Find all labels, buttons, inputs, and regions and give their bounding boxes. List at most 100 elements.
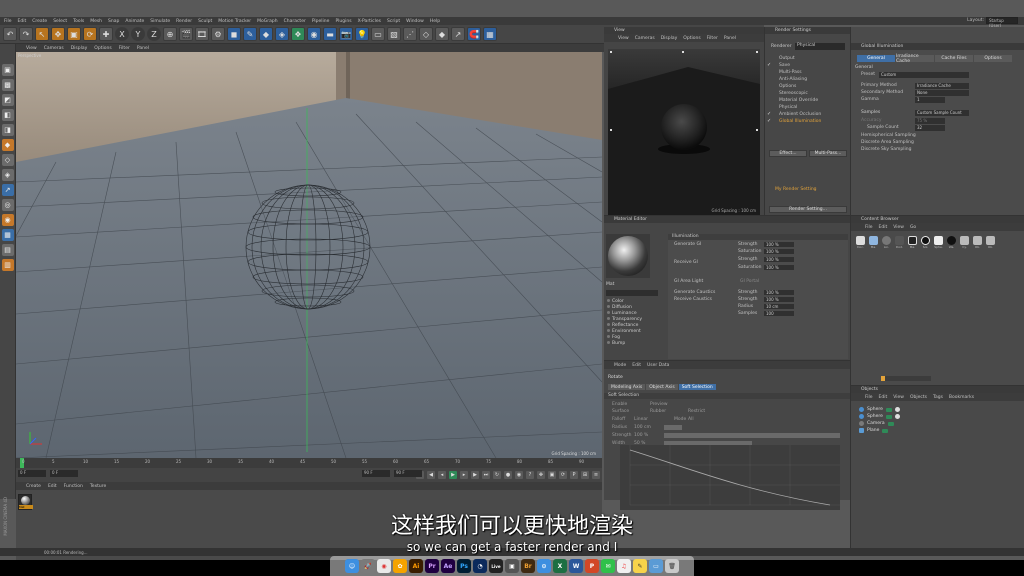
menu-script[interactable]: Script (387, 19, 400, 24)
z-axis-icon[interactable]: Z (147, 27, 161, 41)
rgi-saturation-field[interactable]: 100 % (764, 265, 794, 270)
start-frame-field[interactable]: 0 F (18, 470, 46, 477)
go-to-end-icon[interactable]: ⏭ (482, 471, 490, 479)
object-row[interactable]: Camera (859, 420, 900, 427)
messages-icon[interactable]: ✉ (601, 559, 615, 573)
axis-mode-icon[interactable]: ↗ (451, 27, 465, 41)
rs-item-material-override[interactable]: Material Override (765, 97, 851, 104)
autokey-icon[interactable]: ◉ (515, 471, 523, 479)
visibility-flag-icon[interactable] (882, 428, 889, 433)
vp-menu-panel[interactable]: Panel (137, 46, 149, 51)
cb-item-doc[interactable]: Doc. (855, 236, 866, 250)
channel-bump[interactable]: Bump (606, 340, 666, 346)
gi-saturation-field[interactable]: 100 % (764, 249, 794, 254)
attr-menu-user-data[interactable]: User Data (647, 363, 669, 368)
gi-portal-label[interactable]: GI Portal (740, 279, 759, 284)
chrome-icon[interactable]: ◉ (377, 559, 391, 573)
rgi-strength-field[interactable]: 100 % (764, 257, 794, 262)
ob-menu-edit[interactable]: Edit (879, 395, 888, 400)
attr-tab-object-axis[interactable]: Object Axis (646, 384, 678, 390)
undo-icon[interactable]: ↶ (3, 27, 17, 41)
pla-key-icon[interactable]: ⊞ (581, 471, 589, 479)
word-icon[interactable]: W (569, 559, 583, 573)
menu-simulate[interactable]: Simulate (150, 19, 170, 24)
gi-samples-select[interactable]: Custom Sample Count (915, 110, 969, 116)
ob-menu-view[interactable]: View (893, 395, 904, 400)
texture-mode-icon[interactable]: ◧ (1, 109, 14, 121)
timeline-menu-icon[interactable]: ≡ (592, 471, 600, 479)
cb-item-ob2[interactable]: Ob. (985, 236, 996, 250)
after-effects-icon[interactable]: Ae (441, 559, 455, 573)
menu-select[interactable]: Select (53, 19, 67, 24)
menu-sculpt[interactable]: Sculpt (198, 19, 212, 24)
ob-menu-bookmarks[interactable]: Bookmarks (949, 395, 974, 400)
menu-character[interactable]: Character (284, 19, 306, 24)
rv-menu-options[interactable]: Options (683, 36, 700, 41)
trash-icon[interactable]: 🗑 (665, 559, 679, 573)
cb-item-mat[interactable]: Ma. (868, 236, 879, 250)
menu-mesh[interactable]: Mesh (90, 19, 102, 24)
cb-menu-view[interactable]: View (893, 225, 904, 230)
render-view-icon[interactable]: 🎬 (179, 27, 193, 41)
mm-menu-edit[interactable]: Edit (48, 484, 57, 489)
timeline-ruler[interactable]: 0 5 10 15 20 25 30 35 40 45 50 55 60 65 … (16, 458, 602, 468)
edit-render-settings-icon[interactable]: ⚙ (211, 27, 225, 41)
slider-handle[interactable] (881, 376, 885, 381)
mode-texture-icon[interactable]: ▧ (387, 27, 401, 41)
rcaustics-strength-field[interactable]: 100 % (764, 297, 794, 302)
vp-menu-view[interactable]: View (26, 46, 37, 51)
bridge-icon[interactable]: Br (521, 559, 535, 573)
vp-menu-cameras[interactable]: Cameras (44, 46, 64, 51)
mode-polygons-icon[interactable]: ◆ (435, 27, 449, 41)
max-frame-field[interactable]: 90 F (394, 470, 422, 477)
points-mode-icon[interactable]: ◆ (1, 139, 14, 151)
y-axis-icon[interactable]: Y (131, 27, 145, 41)
effect-button[interactable]: Effect... (769, 150, 807, 157)
cb-item-ob1[interactable]: Ob. (972, 236, 983, 250)
premiere-icon[interactable]: Pr (425, 559, 439, 573)
gi-accuracy-field[interactable]: 75 % (915, 118, 945, 124)
music-icon[interactable]: ♫ (617, 559, 631, 573)
cb-menu-file[interactable]: File (865, 225, 873, 230)
safari-icon[interactable]: ⊙ (537, 559, 551, 573)
scale-key-icon[interactable]: ▣ (548, 471, 556, 479)
gi-gamma-field[interactable]: 1 (915, 97, 945, 103)
caustics-radius-field[interactable]: 10 cm (764, 304, 794, 309)
gi-secondary-select[interactable]: None (915, 90, 969, 96)
photos-icon[interactable]: ✿ (393, 559, 407, 573)
finder-icon[interactable]: ☺ (345, 559, 359, 573)
perspective-viewport[interactable]: Perspective Grid Spacing : 100 cm (16, 52, 602, 458)
visibility-flag-icon[interactable] (885, 414, 892, 419)
receive-gi-label[interactable]: Receive GI (674, 260, 698, 265)
gi-strength-field[interactable]: 100 % (764, 242, 794, 247)
gi-sample-count-field[interactable]: 32 (915, 125, 945, 131)
gi-preset-select[interactable]: Custom (879, 72, 969, 78)
layout-select[interactable]: Startup (User) (986, 17, 1018, 28)
notes-icon[interactable]: ✎ (633, 559, 647, 573)
workplane-icon[interactable]: ▦ (483, 27, 497, 41)
attr-strength-slider[interactable] (664, 433, 840, 438)
make-editable-icon[interactable]: ▣ (1, 64, 14, 76)
rs-item-stereoscopic[interactable]: Stereoscopic (765, 90, 851, 97)
content-browser-slider[interactable] (881, 376, 931, 381)
app-icon[interactable]: ▣ (505, 559, 519, 573)
cube-icon[interactable]: ◼ (227, 27, 241, 41)
param-key-icon[interactable]: P (570, 471, 578, 479)
mode-model-icon[interactable]: ▭ (371, 27, 385, 41)
workplane-mode-icon[interactable]: ◨ (1, 124, 14, 136)
attr-radius-slider[interactable] (664, 425, 682, 430)
mm-menu-texture[interactable]: Texture (90, 484, 106, 489)
enable-axis-icon[interactable]: ↗ (1, 184, 14, 196)
gi-tab-cache-files[interactable]: Cache Files (935, 55, 973, 62)
mm-menu-create[interactable]: Create (26, 484, 41, 489)
play-icon[interactable]: ▶ (449, 471, 457, 479)
record-icon[interactable]: ● (504, 471, 512, 479)
coordinate-system-icon[interactable]: ⊕ (163, 27, 177, 41)
cinema4d-icon[interactable]: ◔ (473, 559, 487, 573)
menu-render[interactable]: Render (176, 19, 192, 24)
ob-menu-objects[interactable]: Objects (910, 395, 927, 400)
gi-primary-select[interactable]: Irradiance Cache (915, 83, 969, 89)
rs-item-options[interactable]: Options (765, 83, 851, 90)
prev-frame-icon[interactable]: ◂ (438, 471, 446, 479)
rs-item-antialiasing[interactable]: Anti-Aliasing (765, 76, 851, 83)
